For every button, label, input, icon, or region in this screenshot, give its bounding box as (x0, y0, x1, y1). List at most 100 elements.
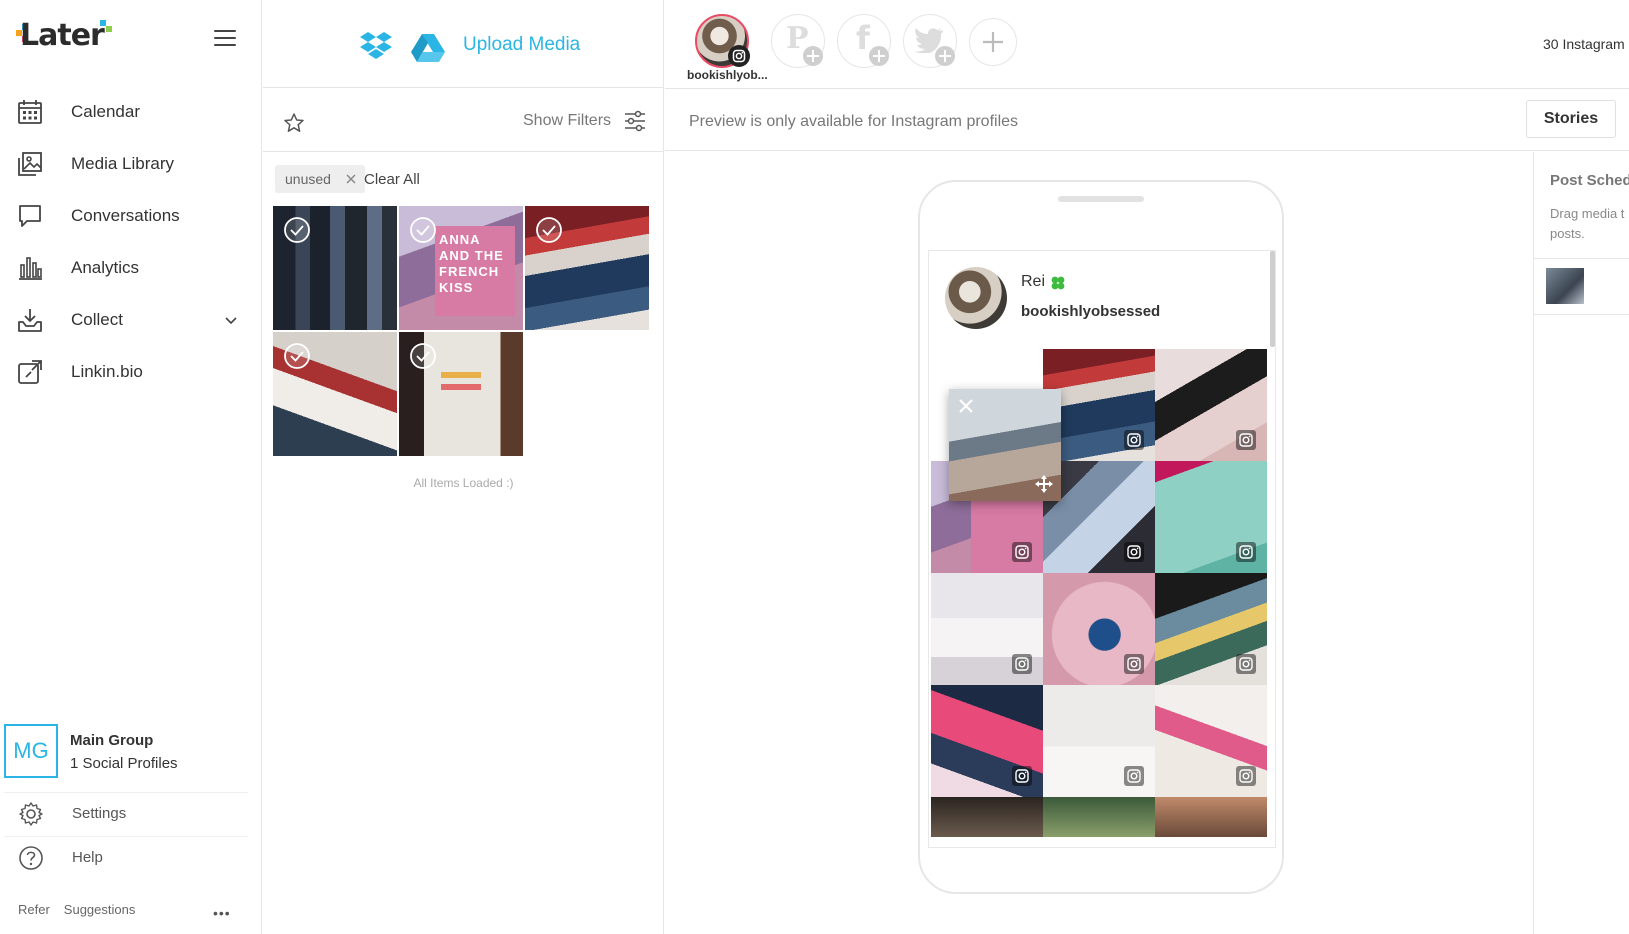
feed-post[interactable] (1155, 573, 1267, 685)
instagram-display-name: Rei (1021, 273, 1046, 290)
add-facebook-profile[interactable]: f (837, 14, 891, 68)
group-avatar: MG (4, 724, 58, 778)
add-pinterest-profile[interactable]: P (771, 14, 825, 68)
card-decoration (441, 384, 481, 390)
suggestions-link[interactable]: Suggestions (64, 902, 136, 917)
card-decoration (441, 372, 481, 378)
help-button[interactable]: Help (4, 836, 248, 878)
upload-media-link[interactable]: Upload Media (463, 34, 580, 56)
profile-label: bookishlyob... (687, 68, 768, 82)
instagram-icon (1012, 766, 1032, 786)
sidebar-item-media-library[interactable]: Media Library (0, 138, 262, 190)
feed-post[interactable] (1043, 797, 1155, 837)
dropbox-icon[interactable] (359, 30, 393, 62)
check-circle-icon[interactable] (283, 342, 311, 370)
filter-tag: unused (275, 165, 365, 193)
dragged-media-item[interactable] (949, 389, 1061, 501)
sidebar-item-analytics[interactable]: Analytics (0, 242, 262, 294)
plus-badge-icon (803, 46, 823, 66)
instagram-icon (1012, 654, 1032, 674)
calendar-icon (18, 100, 42, 124)
group-name: Main Group (70, 732, 154, 749)
instagram-icon (1236, 654, 1256, 674)
hamburger-menu-icon[interactable] (214, 30, 236, 48)
check-circle-icon[interactable] (409, 216, 437, 244)
stories-button[interactable]: Stories (1526, 100, 1616, 138)
sidebar-item-label: Media Library (71, 154, 174, 173)
feed-post[interactable] (1155, 349, 1267, 461)
instagram-profile-avatar[interactable] (695, 14, 750, 68)
drag-hint-line: Drag media t (1550, 206, 1625, 221)
show-filters-button[interactable]: Show Filters (523, 112, 611, 130)
clear-all-button[interactable]: Clear All (364, 171, 420, 188)
media-panel: Upload Media Show Filters unused Clear A… (263, 0, 664, 934)
divider (1534, 258, 1629, 259)
feed-post[interactable] (931, 685, 1043, 797)
feed-post[interactable] (1043, 685, 1155, 797)
refer-link[interactable]: Refer (18, 902, 50, 917)
instagram-icon (1236, 542, 1256, 562)
logo-text: Later (20, 18, 105, 53)
feed-post[interactable] (1043, 573, 1155, 685)
group-switcher[interactable]: MG Main Group 1 Social Profiles (4, 722, 248, 780)
sidebar-item-collect[interactable]: Collect (0, 294, 262, 346)
gear-icon (19, 801, 43, 826)
scheduled-post-thumbnail[interactable] (1546, 268, 1584, 304)
footer-links: Refer Suggestions (18, 902, 135, 917)
instagram-icon (1236, 766, 1256, 786)
instagram-icon (1236, 430, 1256, 450)
settings-button[interactable]: Settings (4, 792, 248, 834)
move-icon[interactable] (1035, 475, 1053, 493)
sliders-icon[interactable] (624, 110, 646, 132)
social-profiles-bar: bookishlyob... P f 30 Instagram (665, 0, 1629, 89)
sidebar-item-conversations[interactable]: Conversations (0, 190, 262, 242)
instagram-badge-icon (728, 45, 750, 67)
sidebar-item-label: Collect (71, 310, 123, 329)
check-circle-icon[interactable] (535, 216, 563, 244)
logo-pixel (106, 26, 112, 32)
sidebar-item-linkinbio[interactable]: Linkin.bio (0, 346, 262, 398)
preview-scrollbar[interactable] (1270, 251, 1275, 347)
instagram-handle: bookishlyobsessed (1021, 303, 1161, 320)
sidebar: Later Calendar Media Library Conversatio… (0, 0, 262, 934)
drag-media-hint: Drag media t posts. (1550, 204, 1629, 244)
plus-badge-icon (935, 46, 955, 66)
later-logo[interactable]: Later (12, 18, 122, 58)
check-circle-icon[interactable] (283, 216, 311, 244)
linkinbio-icon (18, 360, 42, 384)
collect-icon (18, 309, 42, 332)
google-drive-icon[interactable] (411, 32, 445, 62)
book-cover-title: ANNA AND THE FRENCH KISS (439, 232, 504, 295)
star-icon[interactable] (283, 112, 305, 134)
drag-hint-line: posts. (1550, 226, 1585, 241)
media-library-icon (18, 152, 42, 176)
close-icon[interactable] (957, 397, 975, 415)
group-profile-count: 1 Social Profiles (70, 755, 178, 772)
chevron-down-icon[interactable] (224, 313, 238, 327)
add-twitter-profile[interactable] (903, 14, 957, 68)
more-options-icon[interactable]: ••• (213, 905, 231, 921)
media-thumbnail[interactable] (525, 206, 649, 330)
media-thumbnail[interactable]: ANNA AND THE FRENCH KISS (399, 206, 523, 330)
add-profile-button[interactable] (969, 18, 1017, 66)
all-items-loaded-text: All Items Loaded :) (413, 476, 514, 490)
plus-badge-icon (869, 46, 889, 66)
feed-post[interactable] (931, 573, 1043, 685)
feed-post[interactable] (1155, 797, 1267, 837)
instagram-icon (1012, 542, 1032, 562)
upload-toolbar: Upload Media (263, 0, 664, 88)
media-thumbnail[interactable] (399, 332, 523, 456)
phone-preview: Rei bookishlyobsessed (918, 180, 1284, 894)
preview-bar: Preview is only available for Instagram … (665, 89, 1629, 151)
analytics-icon (19, 257, 42, 280)
feed-post[interactable] (1155, 461, 1267, 573)
feed-post[interactable] (1155, 685, 1267, 797)
sidebar-item-calendar[interactable]: Calendar (0, 86, 262, 138)
media-thumbnail[interactable] (273, 332, 397, 456)
close-icon[interactable] (345, 173, 357, 185)
preview-availability-note: Preview is only available for Instagram … (689, 113, 1019, 130)
media-thumbnail[interactable] (273, 206, 397, 330)
feed-post[interactable] (931, 797, 1043, 837)
check-circle-icon[interactable] (409, 342, 437, 370)
instagram-icon (1124, 654, 1144, 674)
